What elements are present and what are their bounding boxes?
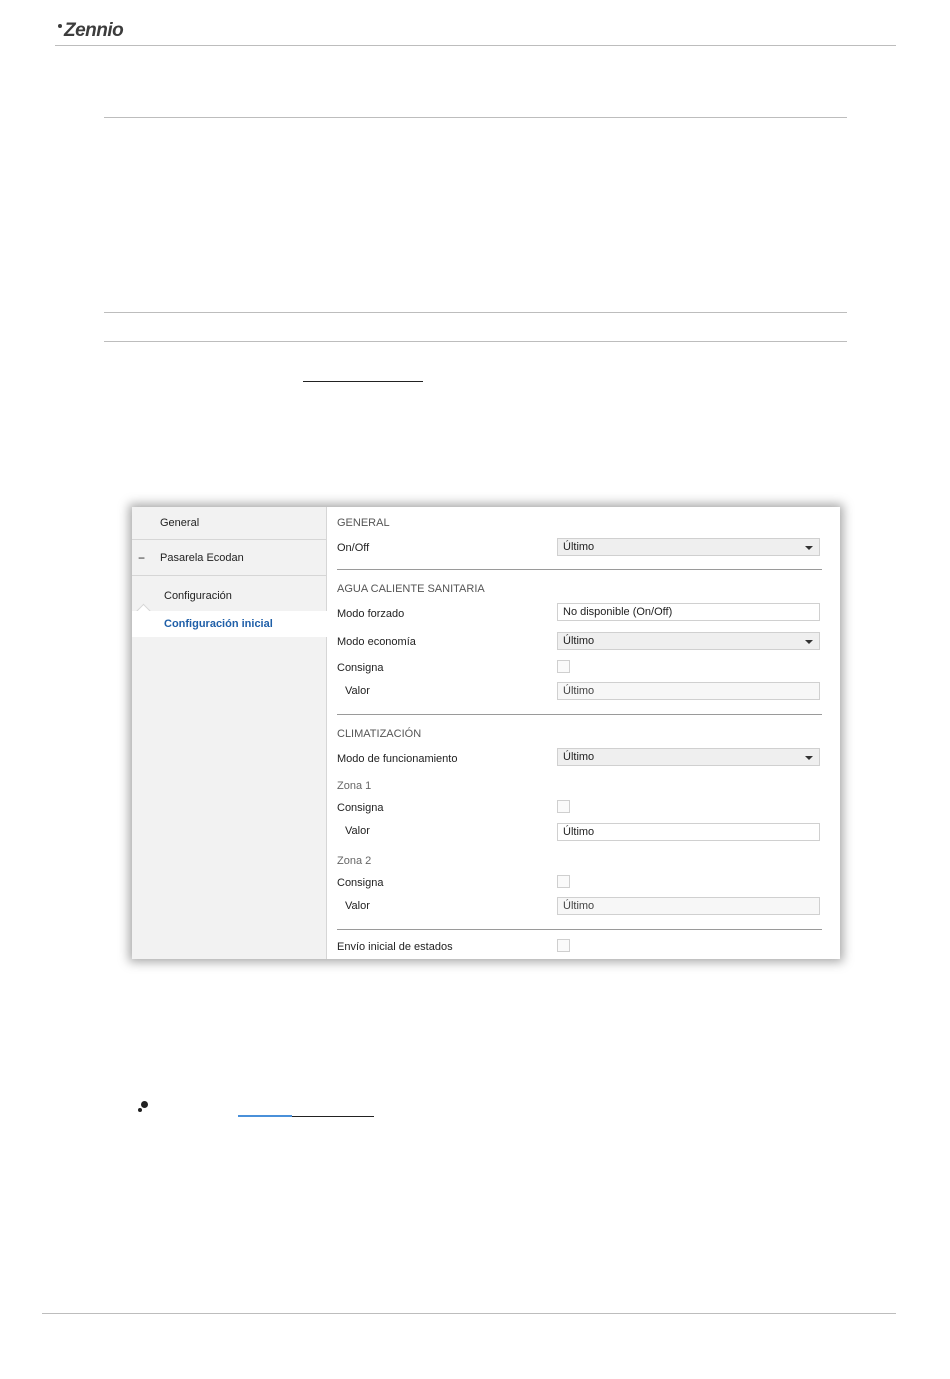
table-rule-middle (104, 312, 847, 313)
sidebar-item-general[interactable]: General (132, 507, 326, 540)
sidebar-item-label: Pasarela Ecodan (160, 552, 244, 564)
sidebar-item-label: General (160, 517, 200, 529)
hyperlink-underline-highlight[interactable] (238, 1115, 292, 1117)
consigna-label: Consigna (337, 662, 384, 674)
field-value: Último (563, 900, 595, 912)
modo-forzado-label: Modo forzado (337, 608, 405, 620)
sidebar-item-label: Configuración inicial (164, 618, 273, 630)
chevron-down-icon (805, 640, 813, 644)
section-divider (337, 714, 822, 715)
header-divider (55, 45, 896, 46)
valor-label: Valor (345, 685, 370, 697)
chevron-down-icon (805, 756, 813, 760)
section-title-general: GENERAL (337, 517, 390, 529)
zona2-label: Zona 2 (337, 855, 372, 867)
modo-economia-label: Modo economía (337, 636, 416, 648)
modo-funcionamiento-label: Modo de funcionamiento (337, 753, 458, 765)
valor-field[interactable]: Último (557, 682, 820, 700)
zona2-consigna-label: Consigna (337, 877, 384, 889)
envio-inicial-label: Envío inicial de estados (337, 941, 453, 953)
section-title-acs: AGUA CALIENTE SANITARIA (337, 583, 485, 595)
field-value: Último (563, 826, 595, 838)
bullet-dot-large (141, 1101, 148, 1108)
section-divider (337, 569, 822, 570)
sidebar-item-pasarela-ecodan[interactable]: − Pasarela Ecodan (132, 540, 326, 620)
footer-divider (42, 1313, 896, 1314)
onoff-label: On/Off (337, 542, 370, 554)
collapse-icon[interactable]: − (138, 551, 145, 565)
hyperlink-underline[interactable] (292, 1116, 374, 1117)
zona2-valor-field[interactable]: Último (557, 897, 820, 915)
envio-inicial-checkbox[interactable] (557, 939, 570, 952)
zona1-consigna-checkbox[interactable] (557, 800, 570, 813)
zona1-label: Zona 1 (337, 780, 372, 792)
field-value: No disponible (On/Off) (563, 606, 673, 618)
ets-parameters-window: General − Pasarela Ecodan Configuración … (132, 507, 840, 959)
zona1-valor-label: Valor (345, 825, 370, 837)
onoff-select[interactable]: Último (557, 538, 820, 556)
consigna-checkbox[interactable] (557, 660, 570, 673)
select-value: Último (563, 541, 595, 553)
select-value: Último (563, 751, 595, 763)
table-rule-top (104, 117, 847, 118)
zona1-valor-field[interactable]: Último (557, 823, 820, 841)
parameters-sidebar: General − Pasarela Ecodan Configuración … (132, 507, 328, 959)
section-title-climatizacion: CLIMATIZACIÓN (337, 728, 422, 740)
zona1-consigna-label: Consigna (337, 802, 384, 814)
select-value: Último (563, 635, 595, 647)
bullet-dot-small (138, 1108, 142, 1112)
zona2-consigna-checkbox[interactable] (557, 875, 570, 888)
field-value: Último (563, 685, 595, 697)
sidebar-item-configuracion-inicial[interactable]: Configuración inicial (132, 611, 328, 637)
modo-funcionamiento-select[interactable]: Último (557, 748, 820, 766)
modo-forzado-field[interactable]: No disponible (On/Off) (557, 603, 820, 621)
brand-logo: Zennio (58, 20, 124, 42)
hyperlink-underline[interactable] (303, 381, 423, 382)
sidebar-item-configuracion[interactable]: Configuración (132, 576, 326, 611)
logo-dot-icon (58, 24, 62, 28)
parameters-panel: GENERAL On/Off Último AGUA CALIENTE SANI… (337, 507, 822, 959)
section-divider (337, 929, 822, 930)
sidebar-item-label: Configuración (164, 590, 232, 602)
chevron-down-icon (805, 546, 813, 550)
modo-economia-select[interactable]: Último (557, 632, 820, 650)
table-rule-bottom (104, 341, 847, 342)
zona2-valor-label: Valor (345, 900, 370, 912)
